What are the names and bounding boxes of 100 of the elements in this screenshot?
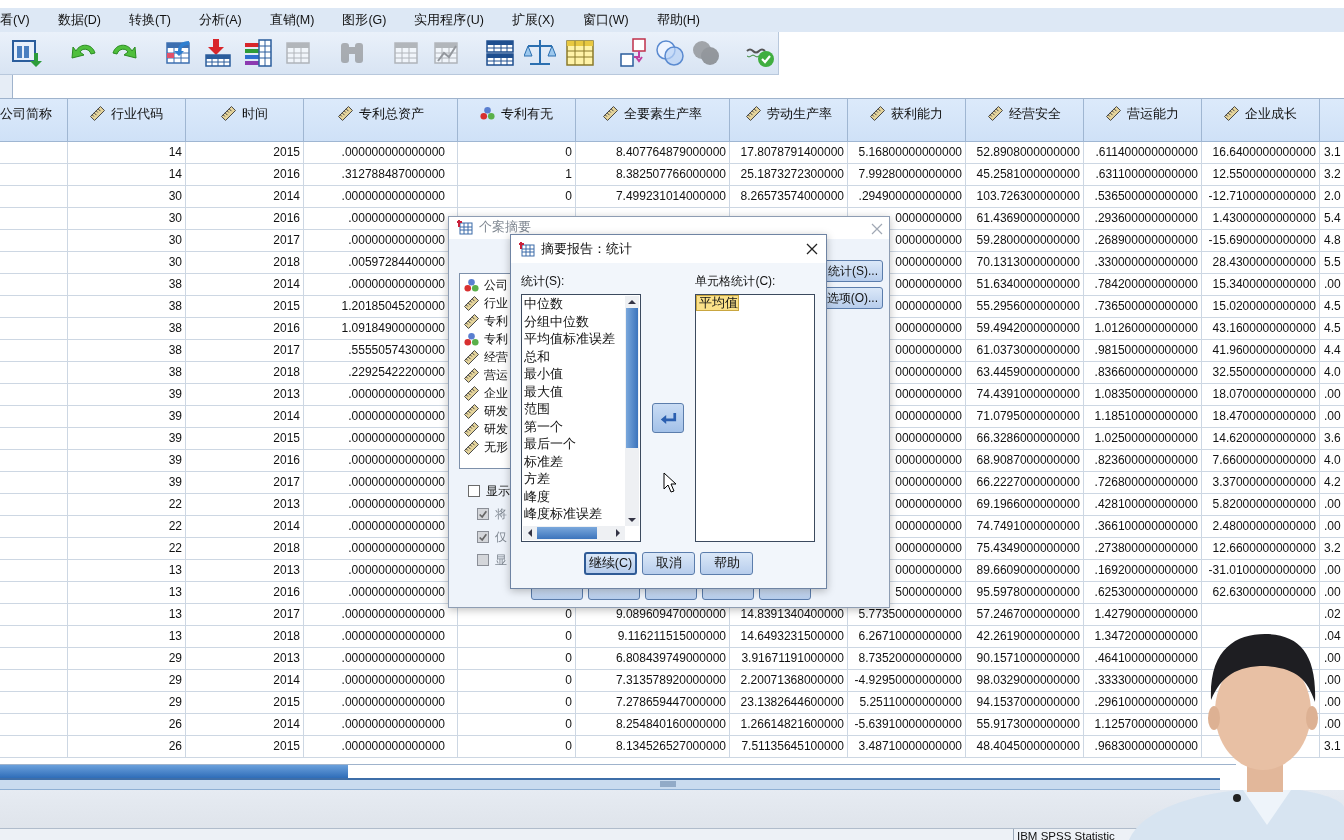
list-item[interactable]: 总和	[524, 348, 550, 366]
window-arrow-icon[interactable]	[10, 37, 42, 69]
menu-item[interactable]: 扩展(X)	[511, 11, 565, 29]
dialog-button[interactable]: 继续(C)	[584, 552, 637, 575]
list-item[interactable]: 标准差	[524, 453, 563, 471]
column-header[interactable]: 劳动生产率	[730, 99, 848, 142]
list-item[interactable]: 无形	[484, 438, 508, 456]
list-item[interactable]: 研发	[484, 402, 508, 420]
column-header[interactable]: 企业成长	[1202, 99, 1320, 142]
splitter-bar[interactable]	[0, 778, 1220, 790]
checkbox[interactable]	[468, 485, 480, 497]
column-header[interactable]: 公司简称	[0, 99, 68, 142]
column-header[interactable]: 获利能力	[848, 99, 966, 142]
list-item[interactable]: 最后一个	[524, 436, 576, 454]
table-cell: .00	[1320, 560, 1344, 582]
table-cell: 30	[68, 252, 186, 274]
menu-item[interactable]: 窗口(W)	[582, 11, 639, 29]
cell-reference-field[interactable]	[0, 75, 13, 98]
table-icon[interactable]	[484, 37, 516, 69]
grip-icon[interactable]	[660, 781, 676, 787]
table-cell: 4.0	[1320, 362, 1344, 384]
table-cell: 2.0	[1320, 186, 1344, 208]
table-cell: .631100000000000	[1084, 164, 1202, 186]
table-cell: 41.9600000000000	[1202, 340, 1320, 362]
table-cell: 7.51135645100000	[730, 736, 848, 758]
arrow-left-icon[interactable]	[526, 528, 534, 538]
arrow-up-icon[interactable]	[626, 298, 637, 306]
list-item[interactable]: 最小值	[524, 366, 563, 384]
table-cell: 30	[68, 230, 186, 252]
table-cell: 39	[68, 472, 186, 494]
list-item[interactable]: 分组中位数	[524, 313, 589, 331]
menu-item[interactable]: 数据(D)	[57, 11, 112, 29]
pointer-icon	[663, 472, 677, 494]
list-item[interactable]: 范围	[524, 401, 550, 419]
menu-item[interactable]: 实用程序(U)	[414, 11, 494, 29]
circles-icon[interactable]	[654, 37, 686, 69]
column-header[interactable]: 全要素生产率	[576, 99, 730, 142]
table-cell: .00	[1320, 384, 1344, 406]
list-item[interactable]: 峰度标准误差	[524, 506, 602, 524]
list-item[interactable]: 行业	[484, 294, 508, 312]
list-item[interactable]: 第一个	[524, 418, 563, 436]
horizontal-scrollbar[interactable]	[0, 764, 1236, 778]
menu-item[interactable]: 帮助(H)	[656, 11, 710, 29]
column-header[interactable]: 经营安全	[966, 99, 1084, 142]
dialog-button[interactable]: 帮助	[700, 552, 753, 575]
ruler-icon	[464, 295, 479, 311]
table-cell: 51.6340000000000	[966, 274, 1084, 296]
menu-item[interactable]: 图形(G)	[342, 11, 397, 29]
list-item[interactable]: 专利	[484, 312, 508, 330]
table-cell: 2014	[186, 186, 304, 208]
column-header[interactable]: 营运能力	[1084, 99, 1202, 142]
table-cell: 17.8078791400000	[730, 142, 848, 164]
variable-list-icon[interactable]	[242, 37, 274, 69]
menu-item[interactable]: 转换(T)	[129, 11, 181, 29]
list-item[interactable]: 研发	[484, 420, 508, 438]
table-cell: 89.6609000000000	[966, 560, 1084, 582]
menu-item[interactable]: 分析(A)	[199, 11, 252, 29]
column-header[interactable]: 行业代码	[68, 99, 186, 142]
table-cell: .836600000000000	[1084, 362, 1202, 384]
list-item[interactable]: 公司	[484, 276, 508, 294]
table-cell: .312788487000000	[304, 164, 458, 186]
column-header[interactable]: 专利总资产	[304, 99, 458, 142]
table-cell: 13	[68, 604, 186, 626]
dialog-button[interactable]: 取消	[642, 552, 695, 575]
list-item[interactable]: 专利	[484, 330, 508, 348]
column-header[interactable]: 专利有无	[458, 99, 576, 142]
list-item[interactable]: 企业	[484, 384, 508, 402]
table-cell: 2017	[186, 604, 304, 626]
list-item[interactable]: 方差	[524, 471, 550, 489]
arrow-right-icon[interactable]	[614, 528, 622, 538]
table-cell: 4.8	[1320, 230, 1344, 252]
table-cell: .736500000000000	[1084, 296, 1202, 318]
table-down-arrow-icon[interactable]	[202, 37, 234, 69]
table-cell: .268900000000000	[1084, 230, 1202, 252]
close-icon[interactable]	[806, 243, 818, 255]
list-item[interactable]: 营运	[484, 366, 508, 384]
table-cell: 6.26710000000000	[848, 626, 966, 648]
table-cell: 7.313578920000000	[576, 670, 730, 692]
table-cell: .00	[1320, 692, 1344, 714]
table-cell: 3.48710000000000	[848, 736, 966, 758]
table-cell: 1.43000000000000	[1202, 208, 1320, 230]
list-item[interactable]: 峰度	[524, 488, 550, 506]
list-item[interactable]: 经营	[484, 348, 508, 366]
list-item[interactable]: 中位数	[524, 296, 563, 314]
list-item[interactable]: 平均值	[697, 296, 739, 310]
list-item[interactable]: 平均值标准误差	[524, 331, 615, 349]
move-button[interactable]	[652, 403, 684, 433]
arrow-down-icon[interactable]	[626, 516, 637, 524]
table-cell: 29	[68, 648, 186, 670]
menu-item[interactable]: 直销(M)	[269, 11, 325, 29]
menu-item[interactable]: 看(V)	[0, 11, 40, 29]
column-header[interactable]: 时间	[186, 99, 304, 142]
table-cell: .428100000000000	[1084, 494, 1202, 516]
list-item[interactable]: 最大值	[524, 383, 563, 401]
table-cell: 4.4	[1320, 340, 1344, 362]
vertical-scrollbar[interactable]	[624, 296, 639, 526]
table-cell: 13	[68, 560, 186, 582]
horizontal-scrollbar[interactable]	[523, 526, 625, 540]
table-cell: 3.1	[1320, 142, 1344, 164]
scrollbar-thumb[interactable]	[0, 765, 348, 778]
